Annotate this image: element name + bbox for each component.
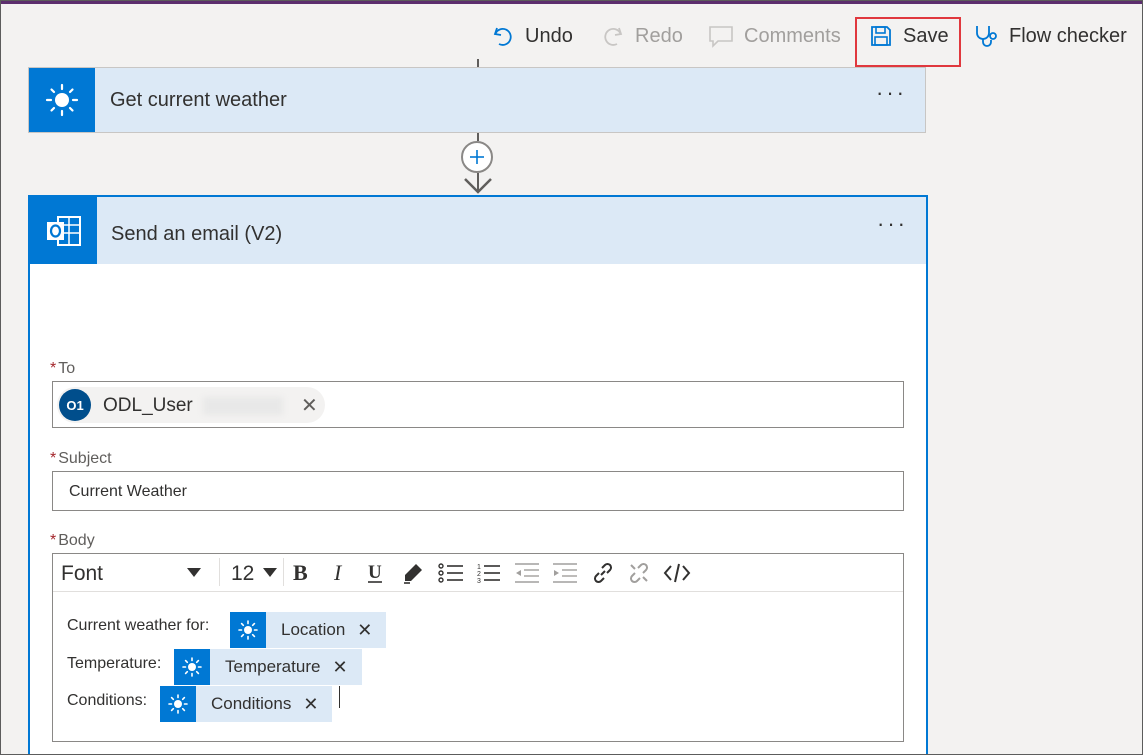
link-icon[interactable] bbox=[589, 559, 617, 587]
font-select[interactable]: Font bbox=[61, 562, 103, 586]
chevron-down-icon[interactable] bbox=[263, 568, 277, 577]
body-line-location: Current weather for: bbox=[67, 617, 210, 634]
svg-text:I: I bbox=[333, 563, 343, 583]
plus-icon bbox=[470, 150, 484, 164]
outlook-icon bbox=[30, 197, 97, 264]
dynamic-token-conditions[interactable]: Conditions ✕ bbox=[160, 686, 333, 722]
code-view-icon[interactable] bbox=[663, 559, 691, 587]
sun-icon bbox=[29, 68, 95, 132]
bulleted-list-icon[interactable] bbox=[437, 559, 465, 587]
insert-step-button[interactable] bbox=[461, 141, 493, 173]
connector-line bbox=[477, 133, 479, 141]
flow-checker-button[interactable]: Flow checker bbox=[973, 21, 1127, 51]
recipient-name: ODL_User bbox=[103, 395, 193, 416]
save-highlight-box bbox=[855, 17, 961, 67]
dynamic-token-location[interactable]: Location ✕ bbox=[230, 612, 387, 648]
body-line-conditions: Conditions: bbox=[67, 692, 148, 709]
token-label: Location bbox=[281, 620, 346, 639]
sun-icon bbox=[230, 612, 266, 648]
sun-icon bbox=[174, 649, 210, 685]
numbered-list-icon[interactable]: 123 bbox=[475, 559, 503, 587]
remove-token-icon[interactable]: ✕ bbox=[332, 657, 347, 678]
body-line-temperature: Temperature: bbox=[67, 655, 162, 672]
undo-label: Undo bbox=[525, 24, 573, 47]
chevron-down-icon[interactable] bbox=[187, 568, 201, 577]
flow-checker-label: Flow checker bbox=[1009, 24, 1127, 47]
svg-text:1: 1 bbox=[477, 564, 481, 571]
svg-text:3: 3 bbox=[477, 578, 481, 584]
subject-field[interactable]: Current Weather bbox=[52, 471, 904, 511]
required-asterisk: * bbox=[50, 450, 57, 467]
command-bar: Undo Redo Comments Save Flow checker bbox=[1, 9, 1142, 67]
body-label: * Body bbox=[50, 532, 95, 550]
remove-token-icon[interactable]: ✕ bbox=[357, 620, 372, 641]
stethoscope-icon bbox=[976, 26, 997, 47]
to-field[interactable]: O1 ODL_User ✕ bbox=[52, 381, 904, 428]
token-label: Conditions bbox=[211, 694, 292, 713]
decrease-indent-icon[interactable] bbox=[513, 559, 541, 587]
italic-icon[interactable]: I bbox=[325, 559, 353, 587]
more-options-icon[interactable]: ··· bbox=[877, 213, 908, 235]
font-size-select[interactable]: 12 bbox=[231, 562, 254, 586]
redo-icon bbox=[604, 27, 623, 46]
to-label: * To bbox=[50, 360, 75, 378]
flow-designer: Undo Redo Comments Save Flow checker Get… bbox=[0, 0, 1143, 755]
undo-icon bbox=[493, 27, 512, 46]
subject-label: * Subject bbox=[50, 450, 112, 468]
redo-label: Redo bbox=[635, 24, 683, 47]
editor-toolbar: Font 12 B I U 123 bbox=[53, 554, 903, 592]
divider bbox=[283, 558, 284, 586]
divider bbox=[219, 558, 220, 586]
subject-label-text: Subject bbox=[58, 450, 112, 467]
svg-text:2: 2 bbox=[477, 571, 481, 578]
arrow-down-icon bbox=[464, 178, 492, 194]
redo-button[interactable]: Redo bbox=[601, 21, 683, 51]
avatar: O1 bbox=[59, 389, 91, 421]
recipient-token: O1 ODL_User ✕ bbox=[57, 387, 325, 423]
required-asterisk: * bbox=[50, 532, 57, 549]
remove-token-icon[interactable]: ✕ bbox=[303, 694, 318, 715]
more-options-icon[interactable]: ··· bbox=[876, 82, 907, 104]
comments-label: Comments bbox=[744, 24, 841, 47]
body-label-text: Body bbox=[58, 532, 95, 549]
token-label: Temperature bbox=[225, 657, 321, 676]
svg-text:U: U bbox=[368, 562, 382, 583]
svg-text:B: B bbox=[293, 563, 308, 583]
subject-value: Current Weather bbox=[69, 483, 187, 500]
step-send-email: Send an email (V2) ··· * To O1 ODL_User ✕… bbox=[28, 195, 928, 754]
top-accent-bar bbox=[1, 1, 1142, 4]
highlight-icon[interactable] bbox=[399, 559, 427, 587]
increase-indent-icon[interactable] bbox=[551, 559, 579, 587]
bold-icon[interactable]: B bbox=[287, 559, 315, 587]
step-title: Send an email (V2) bbox=[111, 223, 283, 245]
unlink-icon[interactable] bbox=[625, 559, 653, 587]
remove-recipient-icon[interactable]: ✕ bbox=[301, 393, 318, 418]
required-asterisk: * bbox=[50, 360, 57, 377]
dynamic-token-temperature[interactable]: Temperature ✕ bbox=[174, 649, 362, 685]
step-get-current-weather[interactable]: Get current weather ··· bbox=[28, 67, 926, 133]
underline-icon[interactable]: U bbox=[361, 559, 389, 587]
undo-button[interactable]: Undo bbox=[491, 21, 573, 51]
body-editor[interactable]: Font 12 B I U 123 Current weather for: L… bbox=[52, 553, 904, 742]
comment-icon bbox=[709, 26, 733, 48]
to-label-text: To bbox=[58, 360, 76, 377]
step-title: Get current weather bbox=[110, 89, 287, 111]
step-header[interactable]: Send an email (V2) ··· bbox=[30, 197, 926, 264]
comments-button[interactable]: Comments bbox=[708, 21, 841, 51]
connector-line bbox=[477, 59, 479, 67]
redacted-text bbox=[203, 397, 283, 415]
sun-icon bbox=[160, 686, 196, 722]
text-cursor bbox=[339, 686, 340, 708]
